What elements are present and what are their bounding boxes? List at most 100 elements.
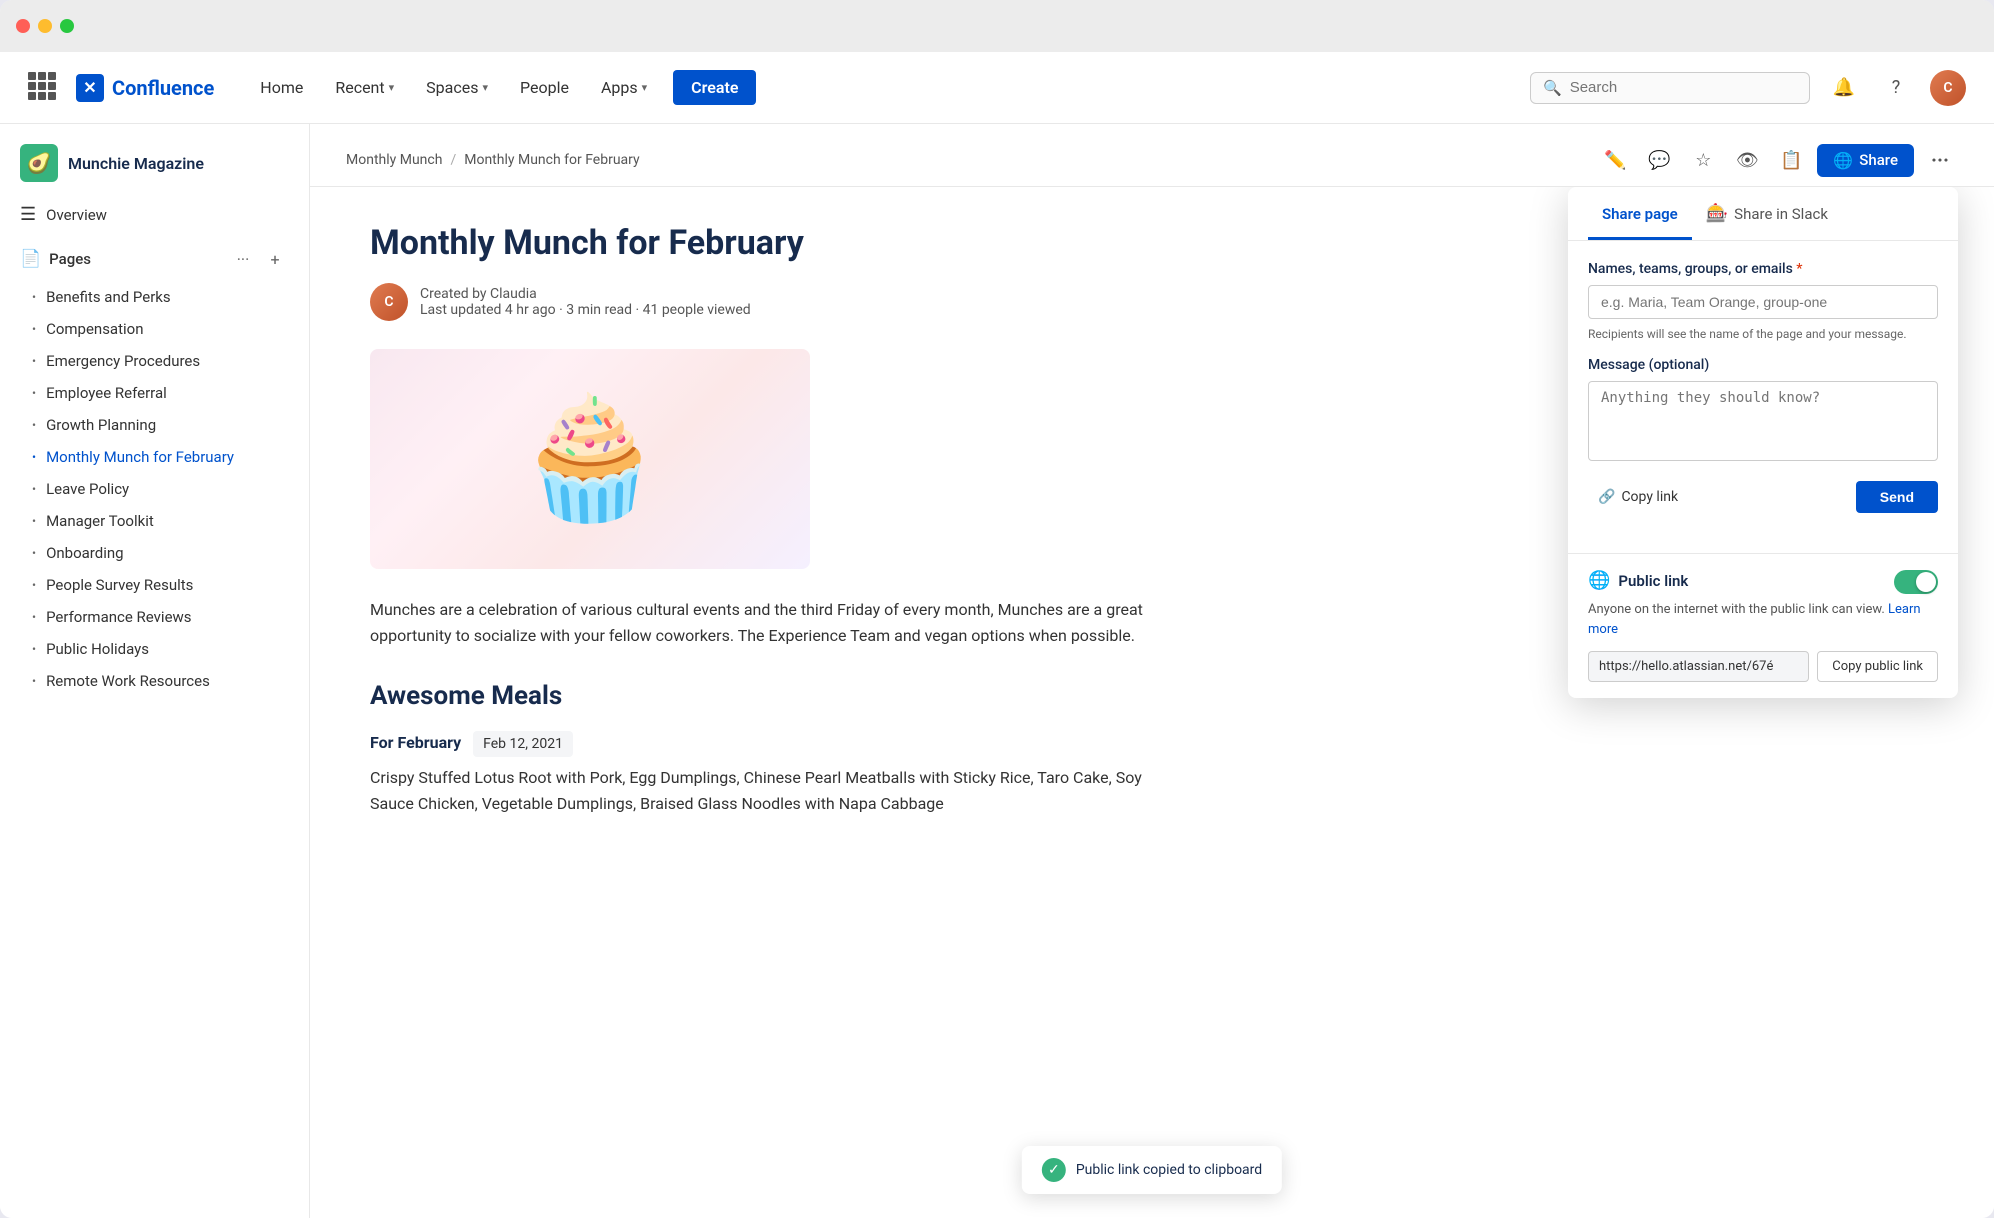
minimize-button[interactable]: [38, 19, 52, 33]
section-title: Awesome Meals: [370, 676, 1170, 718]
public-link-title-area: 🌐 Public link: [1588, 570, 1688, 591]
tab-share-page[interactable]: Share page: [1588, 189, 1692, 240]
message-textarea[interactable]: [1588, 381, 1938, 461]
sidebar-item-holidays[interactable]: Public Holidays: [0, 633, 309, 665]
send-button[interactable]: Send: [1856, 481, 1938, 513]
tab-share-slack[interactable]: 🎰 Share in Slack: [1692, 187, 1842, 241]
nav-spaces[interactable]: Spaces ▾: [412, 70, 502, 105]
main-layout: 🥑 Munchie Magazine ☰ Overview 📄 Pages ··…: [0, 124, 1994, 1218]
space-name: Munchie Magazine: [68, 154, 204, 173]
nav-recent[interactable]: Recent ▾: [321, 70, 408, 105]
sidebar-item-people-survey[interactable]: People Survey Results: [0, 569, 309, 601]
author-label: Created by Claudia: [420, 286, 751, 302]
user-avatar[interactable]: C: [1930, 70, 1966, 106]
sidebar: 🥑 Munchie Magazine ☰ Overview 📄 Pages ··…: [0, 124, 310, 1218]
more-options-button[interactable]: ···: [1922, 142, 1958, 178]
help-button[interactable]: ?: [1878, 70, 1914, 106]
create-button[interactable]: Create: [673, 70, 756, 105]
required-indicator: *: [1796, 261, 1802, 277]
sidebar-items: Benefits and Perks Compensation Emergenc…: [0, 277, 309, 701]
toast-message: Public link copied to clipboard: [1076, 1162, 1262, 1178]
recent-chevron-icon: ▾: [389, 81, 395, 94]
sidebar-overview[interactable]: ☰ Overview: [0, 194, 309, 235]
star-button[interactable]: ☆: [1685, 142, 1721, 178]
edit-button[interactable]: ✏️: [1597, 142, 1633, 178]
cupcake-icon: 🧁: [515, 389, 664, 529]
notifications-button[interactable]: 🔔: [1826, 70, 1862, 106]
share-body: Names, teams, groups, or emails * Recipi…: [1568, 241, 1958, 553]
page-featured-image: 🧁: [370, 349, 810, 569]
maximize-button[interactable]: [60, 19, 74, 33]
space-icon: 🥑: [20, 144, 58, 182]
spaces-chevron-icon: ▾: [482, 81, 488, 94]
breadcrumb-parent[interactable]: Monthly Munch: [346, 152, 442, 168]
share-button[interactable]: 🌐 Share: [1817, 144, 1914, 177]
sidebar-pages-title: 📄 Pages: [20, 249, 91, 269]
copy-link-button[interactable]: 🔗 Copy link: [1588, 483, 1688, 511]
public-link-header: 🌐 Public link: [1588, 570, 1938, 594]
public-link-desc: Anyone on the internet with the public l…: [1588, 600, 1938, 639]
sidebar-item-compensation[interactable]: Compensation: [0, 313, 309, 345]
globe-icon: 🌐: [1833, 151, 1853, 170]
share-panel: Share page 🎰 Share in Slack Names, teams…: [1568, 187, 1958, 698]
author-avatar: C: [370, 283, 408, 321]
nav-home[interactable]: Home: [246, 70, 317, 105]
close-button[interactable]: [16, 19, 30, 33]
overview-icon: ☰: [20, 204, 36, 225]
sidebar-item-manager[interactable]: Manager Toolkit: [0, 505, 309, 537]
sidebar-item-referral[interactable]: Employee Referral: [0, 377, 309, 409]
apps-grid-icon[interactable]: [28, 72, 60, 104]
sidebar-add-button[interactable]: +: [261, 245, 289, 273]
sidebar-item-benefits[interactable]: Benefits and Perks: [0, 281, 309, 313]
toast-notification: ✓ Public link copied to clipboard: [1022, 1146, 1282, 1194]
search-input[interactable]: [1570, 79, 1797, 96]
page-content: Monthly Munch for February C Created by …: [310, 187, 1994, 1218]
comment-button[interactable]: 💬: [1641, 142, 1677, 178]
copy-public-link-button[interactable]: Copy public link: [1817, 651, 1938, 682]
title-bar: [0, 0, 1994, 52]
sidebar-item-emergency[interactable]: Emergency Procedures: [0, 345, 309, 377]
watch-button[interactable]: 👁: [1729, 142, 1765, 178]
page-toolbar: Monthly Munch / Monthly Munch for Februa…: [310, 124, 1994, 187]
public-link-section: 🌐 Public link Anyone on the internet wit…: [1568, 570, 1958, 698]
names-label: Names, teams, groups, or emails *: [1588, 261, 1938, 277]
sidebar-item-growth[interactable]: Growth Planning: [0, 409, 309, 441]
slack-icon: 🎰: [1706, 203, 1728, 224]
message-label: Message (optional): [1588, 357, 1938, 373]
date-badge: Feb 12, 2021: [473, 731, 573, 757]
toggle-knob: [1916, 572, 1936, 592]
body-paragraph: Munches are a celebration of various cul…: [370, 597, 1170, 648]
nav-apps[interactable]: Apps ▾: [587, 70, 661, 105]
sidebar-item-performance[interactable]: Performance Reviews: [0, 601, 309, 633]
page-body: Munches are a celebration of various cul…: [370, 597, 1170, 816]
breadcrumb-current: Monthly Munch for February: [464, 152, 639, 168]
share-hint: Recipients will see the name of the page…: [1588, 327, 1938, 341]
sidebar-more-button[interactable]: ···: [229, 245, 257, 273]
content-area: Monthly Munch / Monthly Munch for Februa…: [310, 124, 1994, 1218]
nav-people[interactable]: People: [506, 70, 583, 105]
sidebar-pages-header: 📄 Pages ··· +: [0, 235, 309, 277]
logo-icon: ✕: [76, 74, 104, 102]
nav-items: Home Recent ▾ Spaces ▾ People Apps ▾ Cre…: [246, 70, 1530, 105]
share-actions: 🔗 Copy link Send: [1588, 481, 1938, 513]
nav-right: 🔍 🔔 ? C: [1530, 70, 1966, 106]
space-header: 🥑 Munchie Magazine: [0, 124, 309, 194]
sidebar-item-onboarding[interactable]: Onboarding: [0, 537, 309, 569]
public-link-url: https://hello.atlassian.net/67é: [1588, 651, 1809, 682]
share-tabs: Share page 🎰 Share in Slack: [1568, 187, 1958, 241]
sidebar-item-monthly-munch[interactable]: Monthly Munch for February: [0, 441, 309, 473]
breadcrumb: Monthly Munch / Monthly Munch for Februa…: [346, 152, 640, 168]
public-link-row: https://hello.atlassian.net/67é Copy pub…: [1588, 651, 1938, 682]
copy-button[interactable]: 📋: [1773, 142, 1809, 178]
breadcrumb-separator: /: [450, 152, 456, 168]
page-stats: Last updated 4 hr ago · 3 min read · 41 …: [420, 302, 751, 318]
confluence-logo[interactable]: ✕ Confluence: [76, 74, 214, 102]
pages-icon: 📄: [20, 249, 41, 269]
sidebar-item-remote[interactable]: Remote Work Resources: [0, 665, 309, 697]
names-input[interactable]: [1588, 285, 1938, 319]
toast-success-icon: ✓: [1042, 1158, 1066, 1182]
public-link-toggle[interactable]: [1894, 570, 1938, 594]
search-box[interactable]: 🔍: [1530, 72, 1810, 104]
link-icon: 🔗: [1598, 489, 1615, 505]
sidebar-item-leave[interactable]: Leave Policy: [0, 473, 309, 505]
